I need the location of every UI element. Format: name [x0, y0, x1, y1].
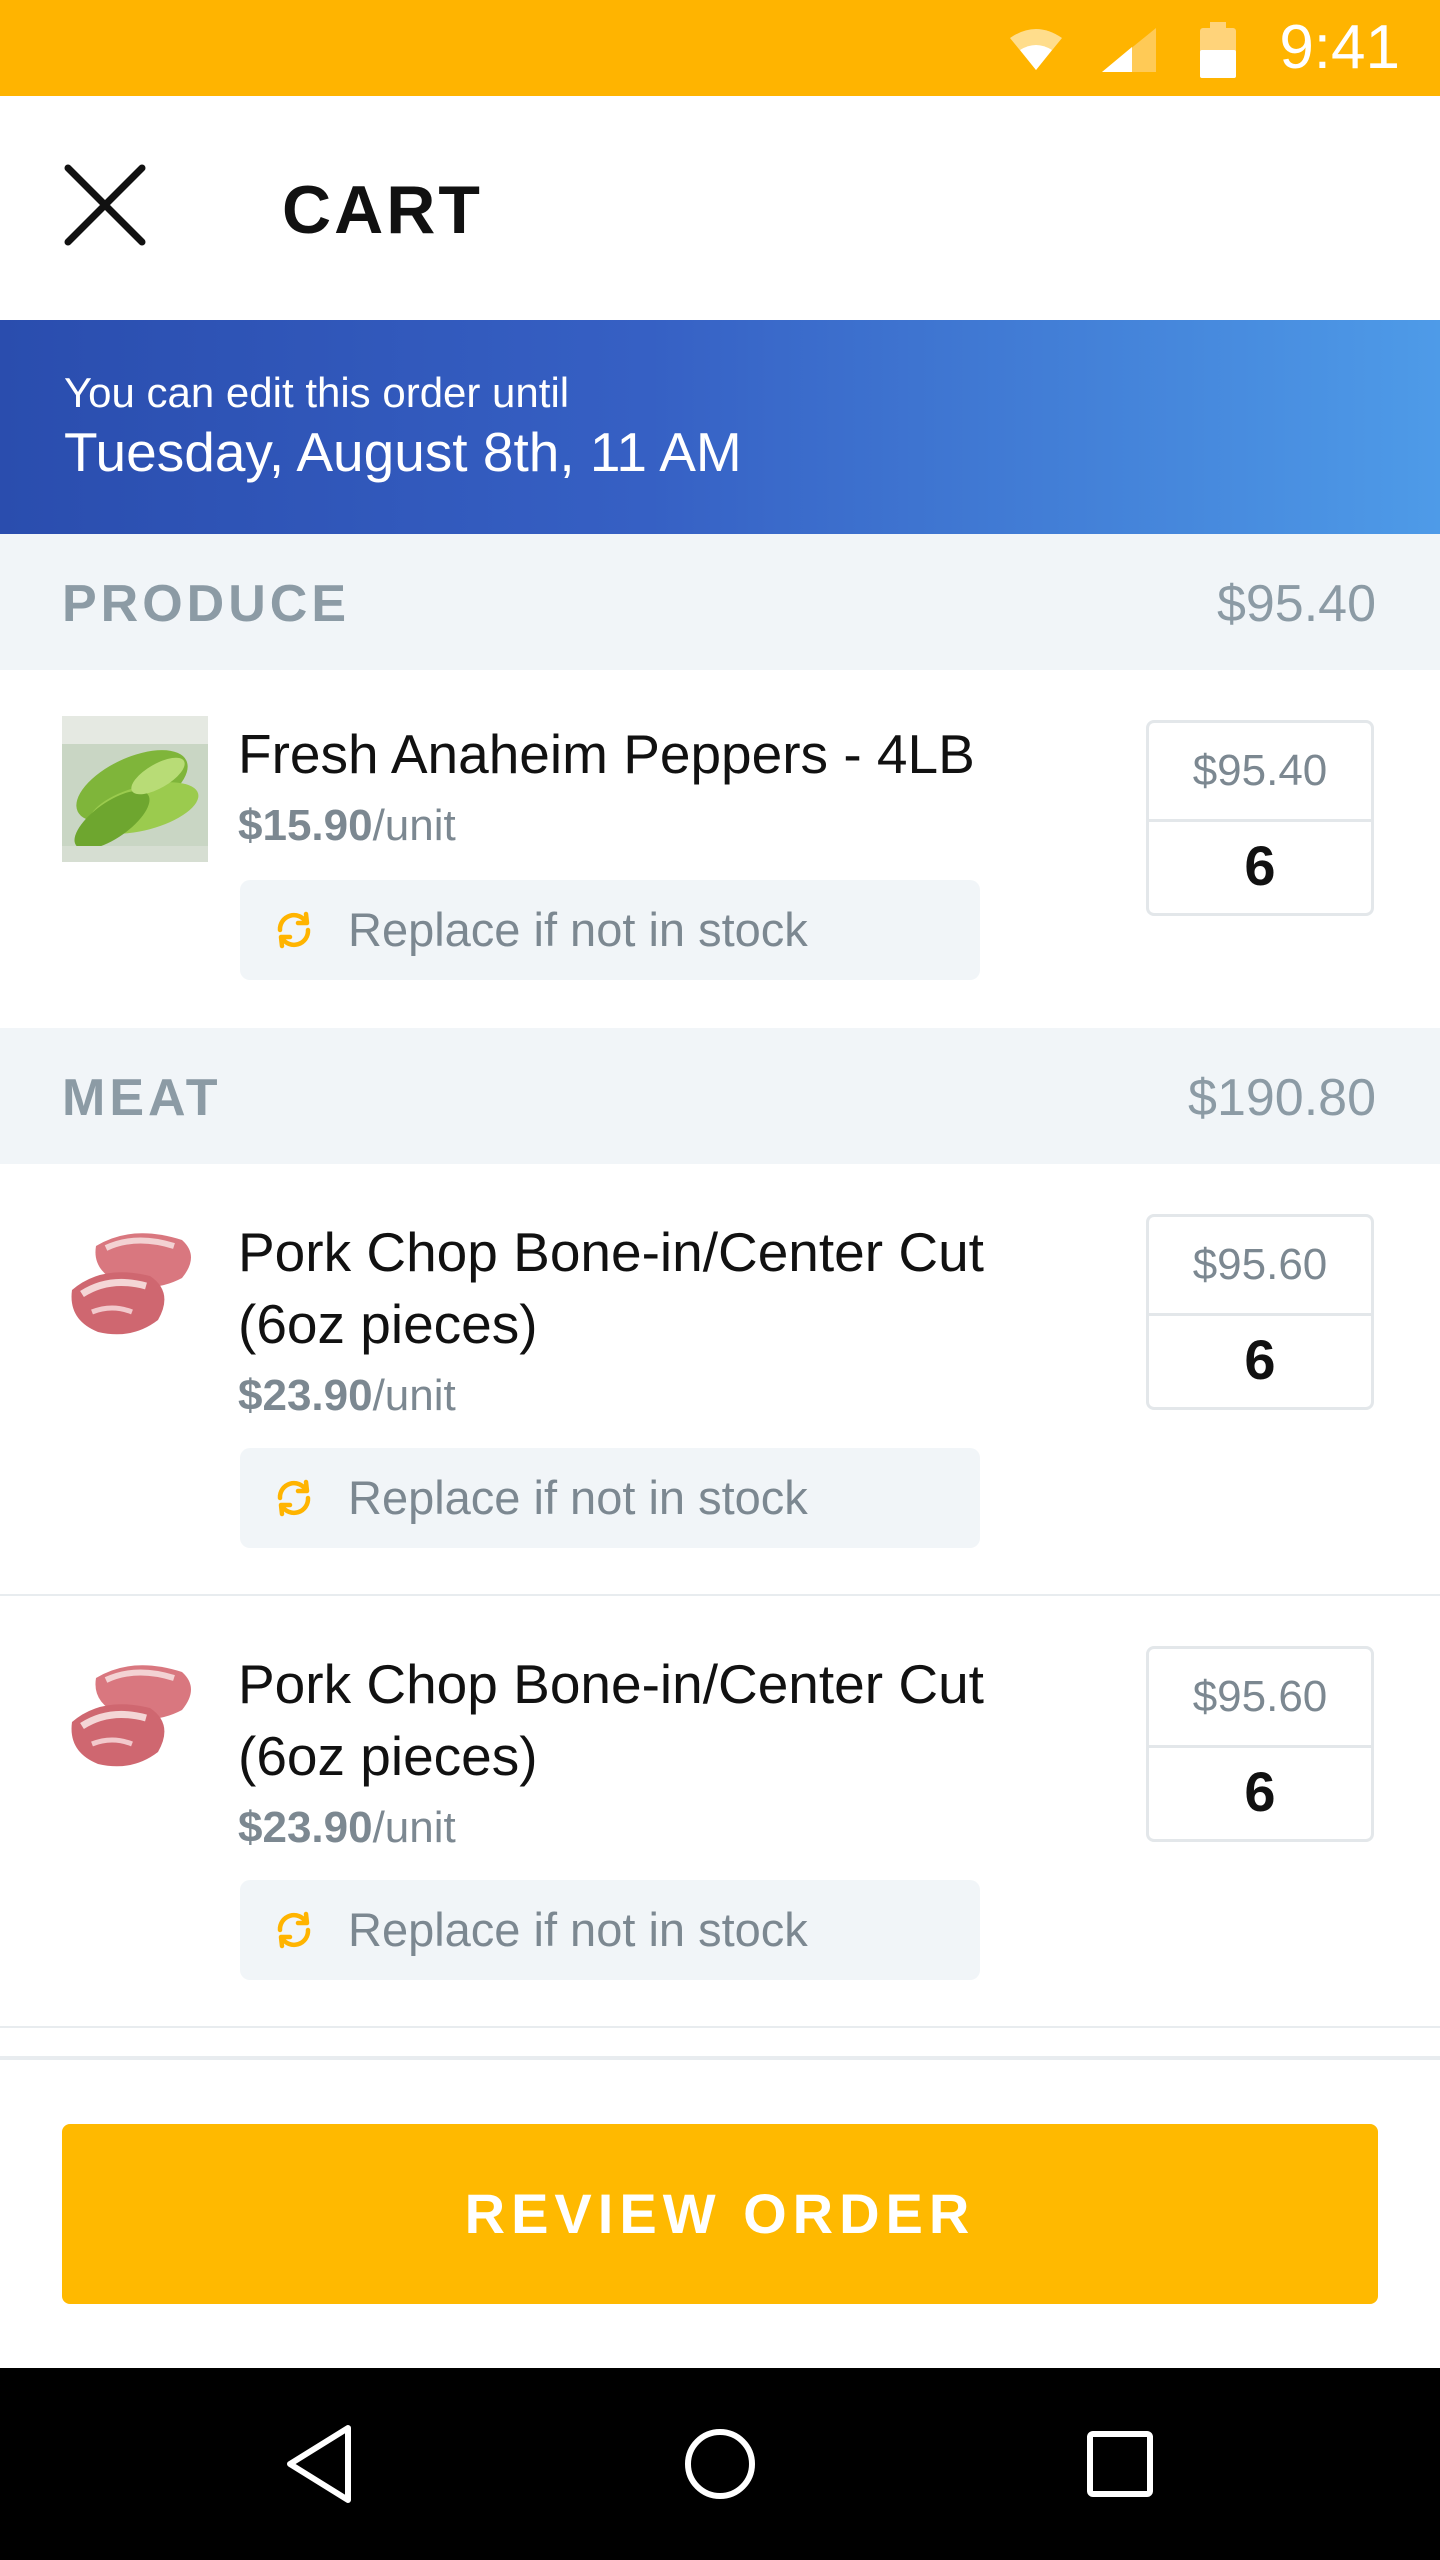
- pork-chop-thumbnail: [71, 1665, 191, 1767]
- replace-if-out-of-stock-toggle[interactable]: Replace if not in stock: [240, 1448, 980, 1548]
- wifi-icon: [1010, 29, 1062, 70]
- replace-label: Replace if not in stock: [348, 1471, 808, 1524]
- quantity-box: $95.40 6: [1146, 720, 1374, 916]
- item-name-line2: (6oz pieces): [238, 1725, 538, 1787]
- section-header-produce: PRODUCE $95.40: [0, 534, 1440, 670]
- quantity-value[interactable]: 6: [1149, 819, 1371, 913]
- item-unit-price: $23.90/unit: [238, 1371, 456, 1420]
- header-bar: [0, 96, 1440, 320]
- quantity-value[interactable]: 6: [1149, 1313, 1371, 1407]
- section-total: $95.40: [1216, 575, 1376, 633]
- edit-deadline-banner: You can edit this order until Tuesday, A…: [0, 320, 1440, 534]
- section-title: MEAT: [62, 1069, 222, 1127]
- peppers-thumbnail: [62, 716, 208, 862]
- close-button[interactable]: [48, 146, 164, 262]
- section-title: PRODUCE: [62, 575, 351, 633]
- item-name: Pork Chop Bone-in/Center Cut: [238, 1221, 984, 1283]
- replace-if-out-of-stock-toggle[interactable]: Replace if not in stock: [240, 1880, 980, 1980]
- battery-icon: [1200, 22, 1236, 78]
- item-name: Fresh Anaheim Peppers - 4LB: [238, 723, 975, 785]
- close-icon: [64, 164, 146, 246]
- refresh-icon: [277, 1911, 311, 1949]
- recent-square-icon[interactable]: [1080, 2420, 1160, 2508]
- item-unit-price: $23.90/unit: [238, 1803, 456, 1852]
- refresh-icon: [277, 1479, 311, 1517]
- home-circle-icon[interactable]: [680, 2420, 760, 2508]
- item-divider: [0, 2026, 1440, 2028]
- refresh-icon: [277, 911, 311, 949]
- section-header-meat: MEAT $190.80: [0, 1028, 1440, 1164]
- footer-divider: [0, 2056, 1440, 2060]
- cart-item-row: Pork Chop Bone-in/Center Cut (6oz pieces…: [0, 1596, 1440, 2026]
- replace-label: Replace if not in stock: [348, 1903, 808, 1956]
- quantity-box: $95.60 6: [1146, 1646, 1374, 1842]
- cart-item-row: Pork Chop Bone-in/Center Cut (6oz pieces…: [0, 1164, 1440, 1594]
- line-total: $95.60: [1149, 1649, 1371, 1748]
- back-triangle-icon[interactable]: [280, 2420, 360, 2508]
- review-order-button[interactable]: REVIEW ORDER: [62, 2124, 1378, 2304]
- line-total: $95.40: [1149, 723, 1371, 822]
- signal-icon: [1102, 28, 1156, 72]
- quantity-value[interactable]: 6: [1149, 1745, 1371, 1839]
- replace-if-out-of-stock-toggle[interactable]: Replace if not in stock: [240, 880, 980, 980]
- banner-caption: You can edit this order until: [64, 369, 570, 416]
- page-title: CART: [282, 172, 483, 248]
- item-unit-price: $15.90/unit: [238, 801, 456, 850]
- cart-item-row: Fresh Anaheim Peppers - 4LB $15.90/unit …: [0, 670, 1440, 1026]
- line-total: $95.60: [1149, 1217, 1371, 1316]
- item-name: Pork Chop Bone-in/Center Cut: [238, 1653, 984, 1715]
- pork-chop-thumbnail: [71, 1233, 191, 1335]
- status-time: 9:41: [1279, 13, 1400, 82]
- replace-label: Replace if not in stock: [348, 903, 808, 956]
- section-total: $190.80: [1188, 1069, 1376, 1127]
- quantity-box: $95.60 6: [1146, 1214, 1374, 1410]
- item-name-line2: (6oz pieces): [238, 1293, 538, 1355]
- banner-deadline: Tuesday, August 8th, 11 AM: [64, 421, 742, 483]
- status-bar: 9:41: [0, 0, 1440, 96]
